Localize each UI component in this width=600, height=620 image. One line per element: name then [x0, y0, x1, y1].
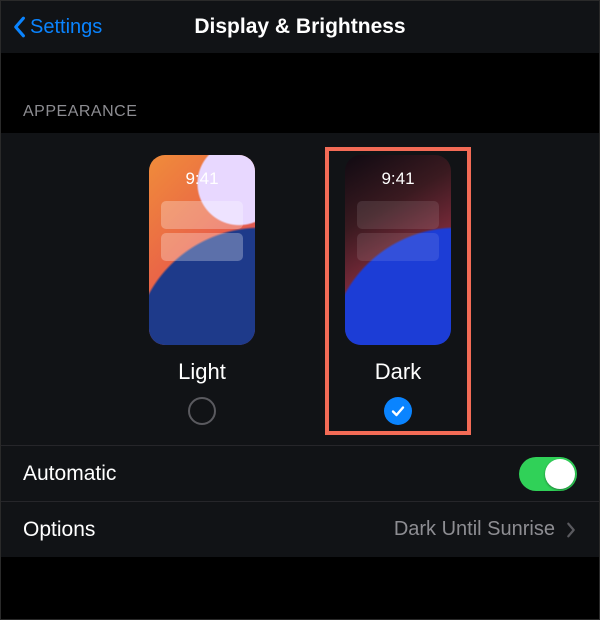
- chevron-left-icon: [11, 16, 27, 38]
- automatic-label: Automatic: [23, 462, 116, 486]
- theme-option-light[interactable]: 9:41 Light: [149, 155, 255, 425]
- theme-option-dark[interactable]: 9:41 Dark: [345, 155, 451, 425]
- options-label: Options: [23, 518, 95, 542]
- options-value: Dark Until Sunrise: [394, 518, 555, 541]
- back-button[interactable]: Settings: [11, 16, 102, 39]
- dark-theme-preview: 9:41: [345, 155, 451, 345]
- preview-time: 9:41: [149, 169, 255, 189]
- checkmark-icon: [390, 403, 406, 419]
- chevron-right-icon: [565, 521, 577, 539]
- light-theme-preview: 9:41: [149, 155, 255, 345]
- page-title: Display & Brightness: [194, 15, 405, 39]
- light-theme-label: Light: [178, 359, 226, 385]
- back-label: Settings: [30, 16, 102, 39]
- appearance-panel: 9:41 Light 9:41 Dark: [1, 133, 599, 445]
- dark-theme-label: Dark: [375, 359, 421, 385]
- automatic-toggle[interactable]: [519, 457, 577, 491]
- preview-time: 9:41: [345, 169, 451, 189]
- dark-theme-radio[interactable]: [384, 397, 412, 425]
- automatic-row: Automatic: [1, 445, 599, 501]
- light-theme-radio[interactable]: [188, 397, 216, 425]
- options-row[interactable]: Options Dark Until Sunrise: [1, 501, 599, 557]
- toggle-knob: [545, 459, 575, 489]
- navigation-bar: Settings Display & Brightness: [1, 1, 599, 53]
- appearance-section-header: APPEARANCE: [1, 53, 599, 133]
